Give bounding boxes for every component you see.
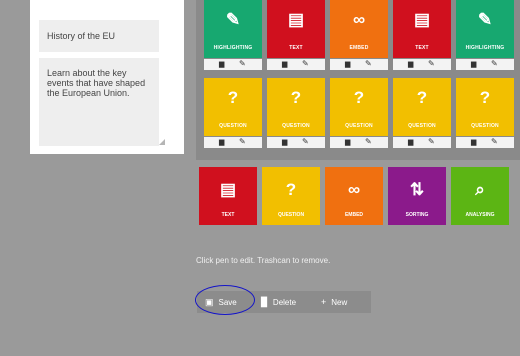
question-icon: ?: [479, 88, 491, 107]
question-icon: ?: [353, 88, 365, 107]
pen-icon[interactable]: ✎: [302, 59, 309, 68]
activity-tile-analysing[interactable]: ⌕ ANALYSING: [451, 167, 509, 225]
trashcan-icon[interactable]: ▆: [345, 138, 350, 146]
details-panel: Learn about the key events that have sha…: [30, 0, 184, 154]
pen-icon[interactable]: ✎: [239, 137, 246, 146]
activity-tile-highlighting[interactable]: ✎ HIGHLIGHTING: [204, 0, 262, 58]
pen-icon[interactable]: ✎: [302, 137, 309, 146]
new-button-label: New: [331, 298, 348, 307]
tile-action-bar: ▆ ✎: [204, 137, 262, 148]
tile-label: EMBED: [349, 45, 369, 51]
activity-tile-text[interactable]: ▤ TEXT: [267, 0, 325, 58]
activity-tile-embed[interactable]: ∞ EMBED: [325, 167, 383, 225]
tile-action-bar: ▆ ✎: [267, 137, 325, 148]
activity-tile-text[interactable]: ▤ TEXT: [393, 0, 451, 58]
highlighter-icon: ✎: [477, 10, 493, 29]
trashcan-icon[interactable]: ▆: [282, 60, 287, 68]
description-textarea[interactable]: Learn about the key events that have sha…: [39, 58, 159, 146]
question-icon: ?: [290, 88, 302, 107]
pen-icon[interactable]: ✎: [491, 137, 498, 146]
pen-icon[interactable]: ✎: [491, 59, 498, 68]
tile-label: ANALYSING: [465, 212, 495, 218]
document-icon: ▤: [413, 10, 431, 29]
tile-label: QUESTION: [282, 123, 310, 129]
delete-button[interactable]: ▉ Delete: [261, 291, 296, 313]
tile-label: QUESTION: [345, 123, 373, 129]
tile-label: QUESTION: [219, 123, 247, 129]
pen-icon[interactable]: ✎: [428, 137, 435, 146]
trashcan-icon[interactable]: ▆: [408, 60, 413, 68]
activity-tile-question[interactable]: ? QUESTION: [267, 78, 325, 136]
question-icon: ?: [416, 88, 428, 107]
tile-action-bar: ▆ ✎: [330, 137, 388, 148]
new-button[interactable]: + New: [321, 291, 347, 313]
highlighter-icon: ✎: [225, 10, 241, 29]
tile-action-bar: ▆ ✎: [267, 59, 325, 70]
activity-tile-embed[interactable]: ∞ EMBED: [330, 0, 388, 58]
tile-label: TEXT: [415, 45, 429, 51]
tile-label: QUESTION: [471, 123, 499, 129]
question-icon: ?: [285, 180, 297, 199]
trashcan-icon: ▉: [261, 297, 268, 307]
activity-tile-question[interactable]: ? QUESTION: [330, 78, 388, 136]
trashcan-icon[interactable]: ▆: [345, 60, 350, 68]
activity-tile-question[interactable]: ? QUESTION: [393, 78, 451, 136]
title-input[interactable]: [39, 20, 159, 52]
trashcan-icon[interactable]: ▆: [408, 138, 413, 146]
edit-hint-text: Click pen to edit. Trashcan to remove.: [196, 256, 331, 265]
textarea-resize-handle[interactable]: [159, 139, 165, 145]
tile-label: TEXT: [289, 45, 303, 51]
tile-action-bar: ▆ ✎: [456, 137, 514, 148]
trashcan-icon[interactable]: ▆: [282, 138, 287, 146]
trashcan-icon[interactable]: ▆: [219, 138, 224, 146]
tile-action-bar: ▆ ✎: [393, 137, 451, 148]
tile-label: TEXT: [221, 212, 235, 218]
pen-icon[interactable]: ✎: [365, 137, 372, 146]
trashcan-icon[interactable]: ▆: [471, 138, 476, 146]
trashcan-icon[interactable]: ▆: [471, 60, 476, 68]
link-icon: ∞: [347, 180, 361, 199]
tile-label: QUESTION: [408, 123, 436, 129]
activity-tile-question[interactable]: ? QUESTION: [262, 167, 320, 225]
tile-action-bar: ▆ ✎: [393, 59, 451, 70]
document-icon: ▤: [287, 10, 305, 29]
tile-action-bar: ▆ ✎: [204, 59, 262, 70]
pen-icon[interactable]: ✎: [239, 59, 246, 68]
trashcan-icon[interactable]: ▆: [219, 60, 224, 68]
question-icon: ?: [227, 88, 239, 107]
plus-icon: +: [321, 297, 327, 307]
activity-tile-highlighting[interactable]: ✎ HIGHLIGHTING: [456, 0, 514, 58]
tile-label: EMBED: [344, 212, 364, 218]
magnifier-icon: ⌕: [475, 180, 485, 199]
sorting-icon: ⇅: [409, 180, 425, 199]
tile-label: HIGHLIGHTING: [465, 45, 505, 51]
delete-button-label: Delete: [272, 298, 297, 307]
tile-label: HIGHLIGHTING: [213, 45, 253, 51]
link-icon: ∞: [352, 10, 366, 29]
pen-icon[interactable]: ✎: [365, 59, 372, 68]
tile-label: SORTING: [405, 212, 429, 218]
activity-tile-text[interactable]: ▤ TEXT: [199, 167, 257, 225]
activity-tile-sorting[interactable]: ⇅ SORTING: [388, 167, 446, 225]
tile-action-bar: ▆ ✎: [456, 59, 514, 70]
activity-tile-question[interactable]: ? QUESTION: [456, 78, 514, 136]
pen-icon[interactable]: ✎: [428, 59, 435, 68]
document-icon: ▤: [219, 180, 237, 199]
save-highlight-circle: [195, 285, 255, 315]
tile-action-bar: ▆ ✎: [330, 59, 388, 70]
activity-grid: ✎ HIGHLIGHTING ▆ ✎ ▤ TEXT ▆ ✎ ∞ EMBED ▆ ✎ ▤ TEXT ▆ ✎ ✎ HI…: [196, 0, 520, 160]
activity-tile-question[interactable]: ? QUESTION: [204, 78, 262, 136]
tile-label: QUESTION: [277, 212, 305, 218]
